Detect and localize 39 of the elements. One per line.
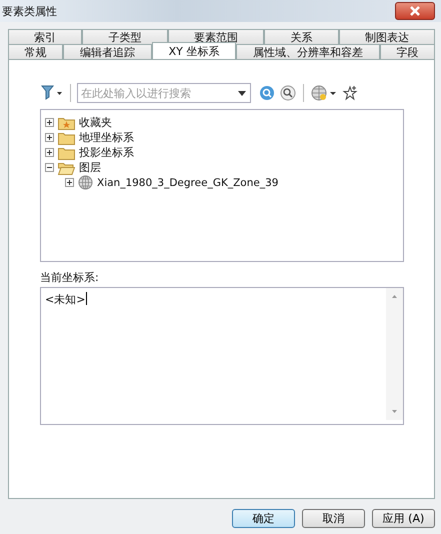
zoom-icon[interactable] (279, 85, 297, 101)
tab[interactable]: 子类型 (82, 29, 168, 44)
expander-icon[interactable] (45, 133, 54, 142)
expander-icon[interactable] (45, 148, 54, 157)
tree-item[interactable]: 图层 (79, 160, 101, 175)
tree-item[interactable]: 收藏夹 (79, 115, 112, 130)
expander-icon[interactable] (45, 163, 54, 172)
filter-icon[interactable] (40, 85, 64, 101)
tree-item[interactable]: 地理坐标系 (79, 130, 134, 145)
tree-item[interactable]: Xian_1980_3_Degree_GK_Zone_39 (97, 176, 278, 188)
star-folder-icon (58, 116, 75, 130)
tab[interactable]: 编辑者追踪 (63, 44, 152, 59)
field-value: <未知> (45, 292, 86, 307)
tab[interactable]: 常规 (8, 44, 64, 59)
tree-item[interactable]: 投影坐标系 (79, 145, 134, 160)
tab[interactable]: 字段 (380, 44, 436, 59)
open-folder-icon (58, 160, 75, 174)
search-field[interactable]: 在此处输入以进行搜索 (77, 83, 251, 103)
expander-icon[interactable] (65, 178, 74, 187)
tab[interactable]: 要素范围 (168, 29, 264, 44)
tab[interactable]: 制图表达 (338, 29, 436, 44)
folder-icon (58, 130, 75, 144)
expander-icon[interactable] (45, 118, 54, 127)
window-title: 要素类属性 (1, 4, 57, 18)
folder-icon (58, 146, 75, 160)
field-label: 当前坐标系: (40, 270, 100, 285)
star-icon[interactable] (341, 85, 359, 101)
tab[interactable]: 索引 (8, 29, 82, 44)
close-icon[interactable] (409, 6, 421, 16)
dialog-button[interactable]: 取消 (302, 509, 365, 528)
dialog-button[interactable]: 确定 (232, 509, 295, 528)
tab[interactable]: 关系 (264, 29, 339, 44)
coordinate-system-field[interactable]: <未知> (40, 287, 404, 425)
dialog-button[interactable]: 应用 (A) (372, 509, 435, 528)
tab[interactable]: XY 坐标系 (152, 42, 236, 59)
dropdown-arrow-icon[interactable] (238, 90, 246, 96)
tab[interactable]: 属性域、分辨率和容差 (236, 44, 380, 59)
globe-icon (78, 175, 93, 190)
close-button[interactable] (395, 2, 435, 20)
